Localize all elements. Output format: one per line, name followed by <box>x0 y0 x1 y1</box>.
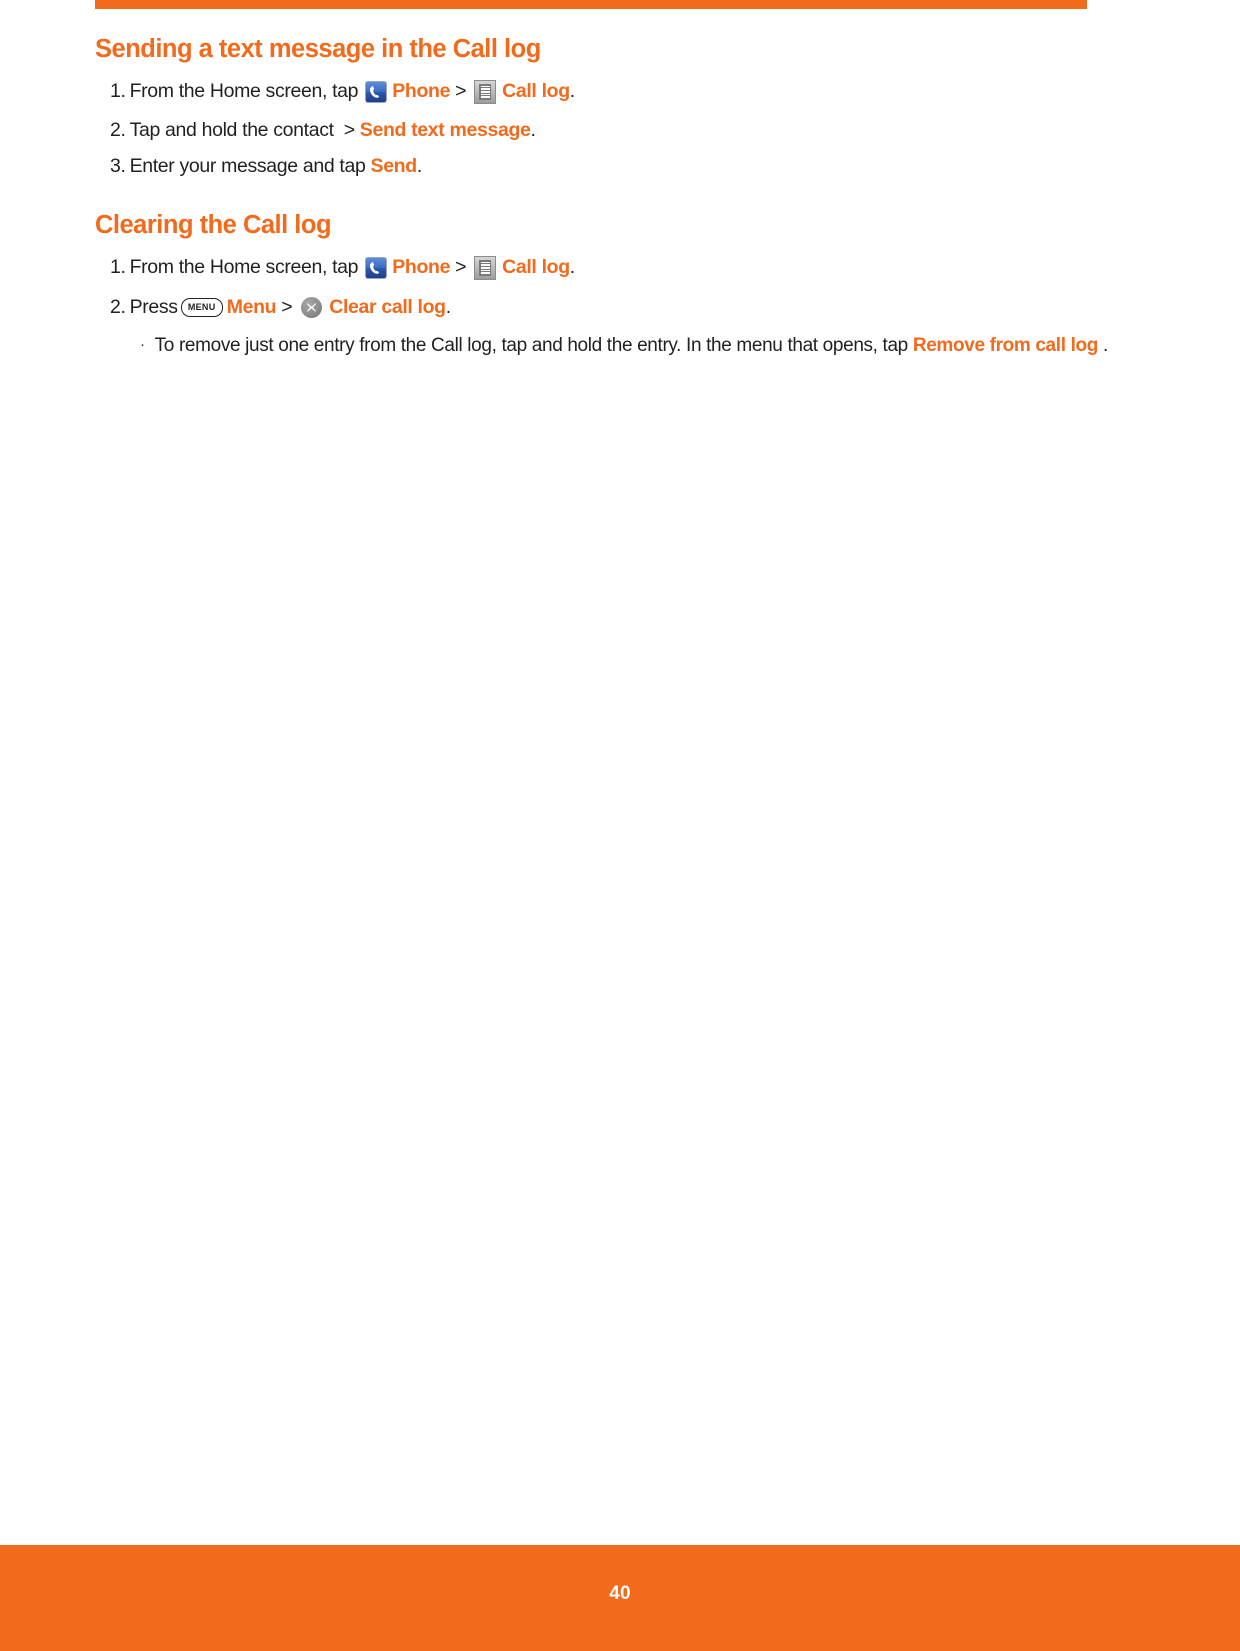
step-item: 1. From the Home screen, tap Phone > Call l… <box>95 79 1095 104</box>
emphasis-text: Phone <box>392 256 451 278</box>
step-number: 1. <box>110 80 126 103</box>
step-text: To remove just one entry from the Call l… <box>154 334 913 356</box>
emphasis-text: Menu <box>226 295 277 318</box>
step-text: . <box>530 118 536 141</box>
page-footer: 40 <box>0 1545 1240 1651</box>
phone-icon <box>365 256 388 279</box>
call-log-icon <box>474 79 497 104</box>
step-text: . <box>416 155 422 178</box>
step-text: . <box>569 256 575 278</box>
section-heading: Clearing the Call log <box>95 210 332 239</box>
step-item: 2. Tap and hold the contact > Send text me… <box>95 118 1095 141</box>
call-log-icon <box>474 255 497 280</box>
emphasis-text: Send text message <box>359 118 531 141</box>
step-item: 3. Enter your message and tap Send. <box>95 157 1095 177</box>
step-number: 2. <box>110 295 126 318</box>
step-item: 1. From the Home screen, tap Phone > Call l… <box>95 255 1095 280</box>
phone-icon <box>365 80 388 103</box>
step-separator: > <box>455 80 467 103</box>
step-number: 1. <box>110 256 126 278</box>
bullet-item: · To remove just one entry from the Call … <box>95 334 1108 356</box>
step-number: 3. <box>110 155 126 178</box>
top-accent-rule <box>95 0 1087 9</box>
menu-key-icon: MENU <box>180 297 223 317</box>
step-number: 2. <box>110 118 126 141</box>
clear-call-log-icon <box>301 296 323 318</box>
step-text: . <box>445 295 451 318</box>
step-text: . <box>569 80 575 103</box>
step-text: From the Home screen, tap <box>129 80 364 103</box>
bullet-marker-icon: · <box>140 335 145 353</box>
step-text: Press <box>129 295 178 318</box>
step-separator: > <box>455 256 467 278</box>
step-text: Enter your message and tap <box>129 155 371 178</box>
emphasis-text: Send <box>370 155 418 178</box>
emphasis-text: Phone <box>392 80 451 103</box>
step-text: From the Home screen, tap <box>129 256 364 278</box>
page-content: Sending a text message in the Call log 1.… <box>95 34 1108 356</box>
step-separator: > <box>343 118 355 141</box>
emphasis-text: Remove from call log <box>912 334 1099 356</box>
emphasis-text: Clear call log <box>329 295 446 318</box>
steps-list: 1. From the Home screen, tap Phone > Call l… <box>95 79 1095 177</box>
page-number: 40 <box>609 1583 631 1604</box>
emphasis-text: Call log <box>502 256 570 278</box>
step-item: 2. Press MENU Menu > Clear call log. <box>95 295 1095 318</box>
emphasis-text: Call log <box>502 80 570 103</box>
steps-list: 1. From the Home screen, tap Phone > Call l… <box>95 255 1095 318</box>
step-text: Tap and hold the contact <box>129 118 339 141</box>
step-text: . <box>1098 334 1108 356</box>
step-separator: > <box>281 295 293 318</box>
section-heading: Sending a text message in the Call log <box>95 35 541 63</box>
